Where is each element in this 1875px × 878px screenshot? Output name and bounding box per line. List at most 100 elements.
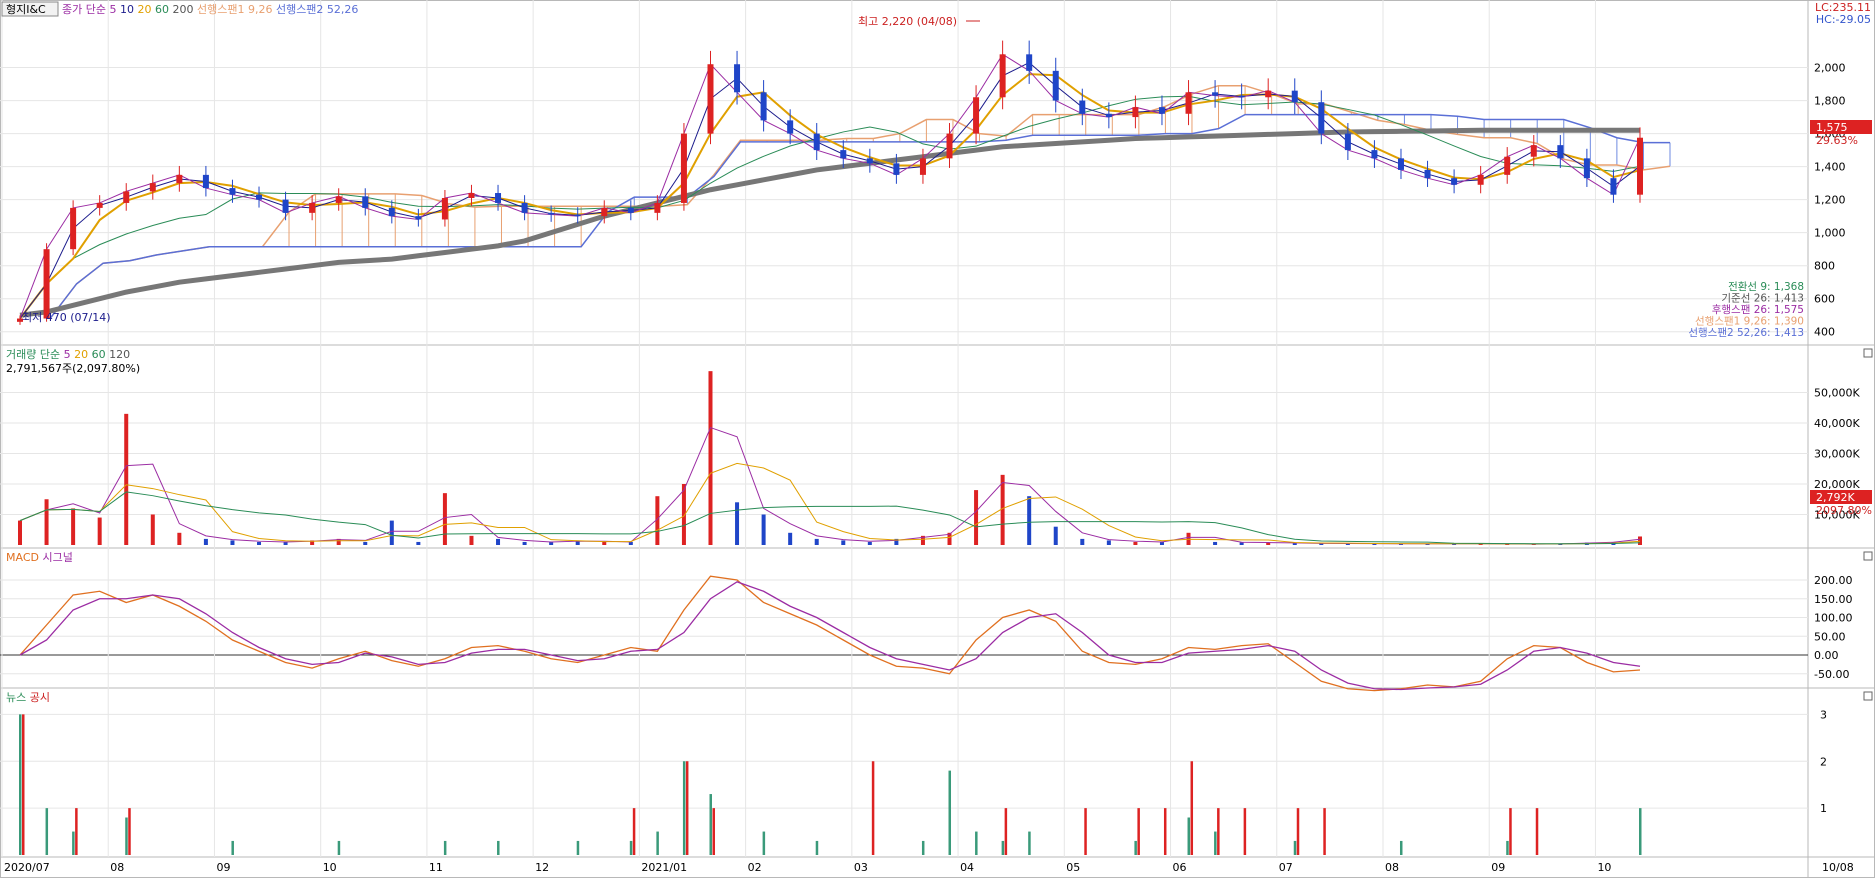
candle-body (43, 249, 50, 319)
candle-body (1265, 90, 1272, 98)
news-tick-label: 1 (1820, 802, 1827, 815)
candle-body (946, 133, 953, 159)
disclosure-bar (712, 808, 715, 855)
candle-body (1344, 133, 1351, 151)
candle-body (1079, 100, 1086, 114)
legend-item: 거래량 단순 (6, 348, 60, 361)
candle-body (1212, 92, 1219, 96)
x-axis: 2020/07 08 09 10 11 12 2021/01 02 03 04 05 06 07 08 09… (4, 861, 1611, 874)
candle-body (256, 194, 263, 200)
volume-bar (1133, 541, 1138, 545)
candle-body (123, 191, 130, 203)
disclosure-bar (871, 761, 875, 855)
ichimoku-value: 전환선 9: 1,368 (1728, 281, 1804, 293)
current-volume: 2,792K (1816, 491, 1855, 504)
news-bar (19, 714, 22, 855)
x-tick-label: 2020/07 (4, 861, 50, 874)
legend-item: 시그널 (39, 551, 73, 564)
x-tick-label: 02 (748, 861, 762, 874)
news-tick-label: 2 (1820, 755, 1827, 768)
candle-body (601, 207, 608, 217)
ichimoku-values: 전환선 9: 1,368기준선 26: 1,413후행스팬 26: 1,575선… (1688, 281, 1804, 339)
news-bar (576, 840, 580, 855)
news-bar (709, 794, 712, 855)
price-y-axis: 2,0001,8001,6001,4001,2001,000800600400 (1814, 62, 1846, 339)
candle-body (654, 202, 661, 213)
ichimoku-value: 선행스팬2 52,26: 1,413 (1688, 327, 1804, 339)
disclosure-bar (1004, 808, 1008, 855)
x-tick-label: 08 (110, 861, 124, 874)
price-tick-label: 2,000 (1814, 62, 1846, 75)
volume-bar (97, 517, 102, 545)
ichimoku-value: 기준선 26: 1,413 (1721, 293, 1804, 305)
news-bar (629, 840, 633, 855)
volume-bar (761, 514, 766, 545)
news-bar (1639, 808, 1642, 855)
x-tick-label: 07 (1279, 861, 1293, 874)
price-tick-label: 1,400 (1814, 161, 1846, 174)
volume-bar (363, 541, 368, 545)
candle-body (1026, 54, 1033, 71)
candle-body (1052, 70, 1059, 101)
news-bar (762, 831, 766, 855)
news-tick-label: 3 (1820, 708, 1827, 721)
price-tick-label: 1,200 (1814, 194, 1846, 207)
volume-tick-label: 50,000K (1814, 387, 1860, 400)
volume-bar (1638, 536, 1642, 545)
candle-body (1477, 174, 1484, 185)
volume-legend: 거래량 단순 5 20 60 120 (6, 348, 130, 361)
candle-body (495, 193, 502, 203)
volume-bar (230, 540, 235, 545)
legend-item: 5 (60, 348, 71, 361)
candle-body (1105, 113, 1112, 118)
macd-legend: MACD 시그널 (6, 551, 73, 564)
legend-item: 200 (169, 3, 194, 16)
price-tick-label: 1,800 (1814, 95, 1846, 108)
macd-tick-label: -50.00 (1814, 668, 1849, 681)
symbol-title: 형지I&C (6, 3, 46, 16)
news-bar (72, 831, 75, 855)
volume-bar (203, 538, 208, 545)
candle-body (760, 92, 767, 121)
legend-item: 60 (88, 348, 106, 361)
x-tick-label: 10 (323, 861, 337, 874)
macd-tick-label: 50.00 (1814, 630, 1846, 643)
disclosure-bar (632, 808, 636, 855)
candle-body (813, 133, 820, 151)
news-bar (1001, 840, 1005, 855)
candle-body (149, 183, 156, 192)
news-bar (1028, 831, 1031, 855)
candle-body (521, 202, 528, 213)
x-tick-label: 09 (1491, 861, 1505, 874)
volume-bar (1213, 541, 1218, 545)
macd-y-axis: 200.00 150.00 100.00 50.00 0.00 -50.00 (1814, 574, 1853, 681)
volume-bar (1027, 496, 1032, 545)
candle-body (1583, 158, 1590, 179)
candle-body (1451, 178, 1458, 185)
ma20-line (19, 73, 1641, 320)
volume-bar (44, 499, 49, 545)
news-bar (1214, 831, 1217, 855)
volume-info: 2,791,567주(2,097.80%) (6, 362, 140, 375)
news-bar (815, 840, 819, 855)
candle-body (866, 158, 873, 164)
disclosure-bar (1137, 808, 1140, 855)
volume-bar (442, 493, 447, 545)
leading-span1-line (49, 84, 1671, 319)
macd-close-button[interactable] (1863, 551, 1873, 561)
legend-item: 60 (151, 3, 169, 16)
candle-body (1318, 102, 1325, 134)
macd-tick-label: 150.00 (1814, 593, 1853, 606)
news-bar (656, 831, 659, 855)
volume-bar (177, 532, 182, 545)
news-bars (19, 714, 1642, 855)
volume-close-button[interactable] (1863, 348, 1873, 358)
candle-body (1132, 107, 1139, 118)
candle-body (1185, 92, 1192, 114)
candle-body (999, 54, 1006, 98)
volume-bar (867, 541, 872, 545)
news-bar (1293, 840, 1297, 855)
candle-body (1371, 150, 1378, 159)
ichimoku-cloud (49, 84, 1671, 319)
news-close-button[interactable] (1863, 691, 1873, 701)
